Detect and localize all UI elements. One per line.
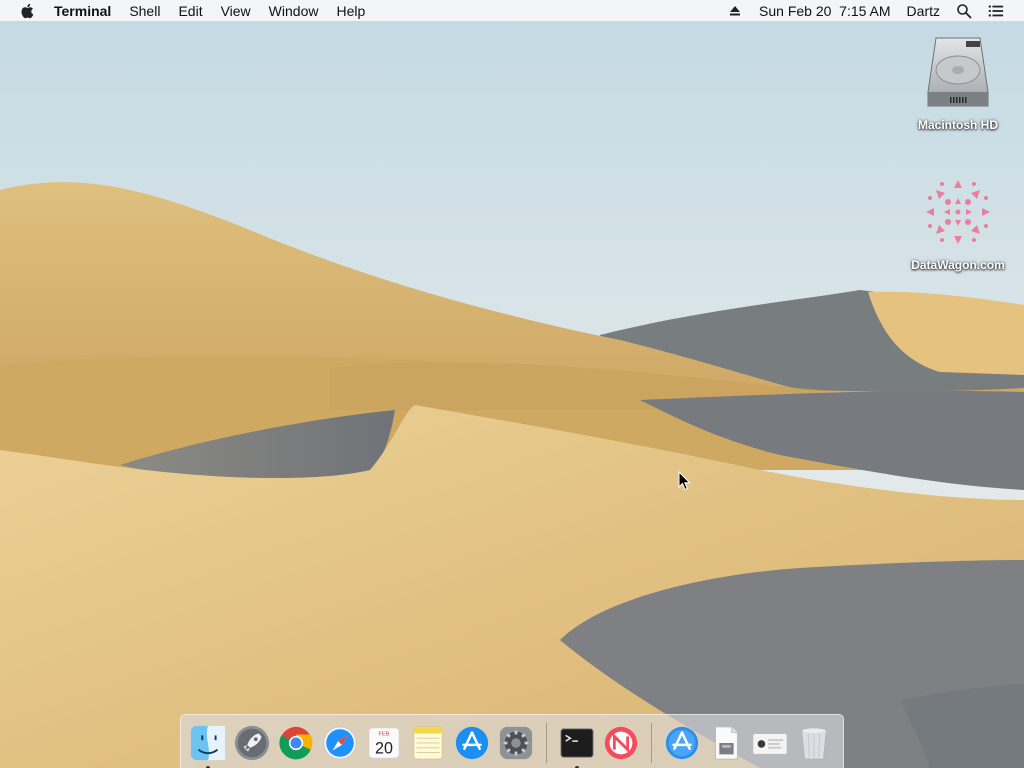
notes-icon <box>413 725 443 760</box>
dock-item-launchpad[interactable] <box>232 721 272 765</box>
dock: FEB 20 <box>180 714 844 768</box>
trash-icon <box>801 726 827 760</box>
dock-item-applications[interactable] <box>662 721 702 765</box>
mouse-cursor-icon <box>678 470 692 496</box>
dock-item-finder[interactable] <box>188 721 228 768</box>
desktop-icon-macintosh-hd[interactable]: Macintosh HD <box>898 32 1018 132</box>
dock-item-document[interactable] <box>706 721 746 765</box>
dock-item-notes[interactable] <box>408 721 448 765</box>
clock[interactable]: Sun Feb 20 7:15 AM <box>751 0 899 22</box>
dock-item-app-store[interactable] <box>452 721 492 765</box>
menu-bar: Terminal Shell Edit View Window Help Sun… <box>0 0 1024 22</box>
menu-app-name[interactable]: Terminal <box>50 0 120 22</box>
dock-item-safari[interactable] <box>320 721 360 765</box>
desktop-wallpaper <box>0 0 1024 768</box>
eject-icon <box>730 5 741 15</box>
dock-item-news[interactable] <box>601 721 641 765</box>
dock-item-system-preferences[interactable] <box>496 721 536 765</box>
screenshot-icon <box>752 732 788 755</box>
terminal-icon <box>560 727 594 758</box>
launchpad-icon <box>234 725 270 760</box>
dock-item-calendar[interactable]: FEB 20 <box>364 721 404 765</box>
hard-drive-icon <box>927 37 989 107</box>
dock-item-chrome[interactable] <box>276 721 316 765</box>
menu-help[interactable]: Help <box>327 0 374 22</box>
eject-button[interactable] <box>719 3 751 19</box>
desktop-icon-label: Macintosh HD <box>917 118 998 132</box>
dock-separator <box>651 722 652 763</box>
pink-pattern-icon <box>926 180 990 244</box>
calendar-day: 20 <box>375 739 393 757</box>
applications-folder-icon <box>665 726 699 759</box>
notification-center-icon <box>988 4 1004 17</box>
desktop-icon-label: DataWagon.com <box>911 258 1005 272</box>
notification-center-button[interactable] <box>980 3 1012 19</box>
menu-shell[interactable]: Shell <box>120 0 169 22</box>
apple-logo-icon[interactable] <box>18 2 36 20</box>
desktop-icon-datawagon[interactable]: DataWagon.com <box>898 172 1018 272</box>
calendar-month: FEB <box>378 731 389 737</box>
dock-separator <box>546 722 547 763</box>
system-preferences-icon <box>499 726 533 759</box>
app-store-icon <box>455 726 489 759</box>
search-icon <box>957 3 972 18</box>
dock-item-trash[interactable] <box>794 721 834 765</box>
news-icon <box>604 726 638 759</box>
calendar-icon: FEB 20 <box>368 726 400 759</box>
dock-item-screenshot[interactable] <box>750 721 790 765</box>
chrome-icon <box>279 726 313 759</box>
finder-icon <box>190 725 226 760</box>
dock-item-terminal[interactable] <box>557 721 597 768</box>
safari-icon <box>323 725 357 760</box>
menu-edit[interactable]: Edit <box>169 0 211 22</box>
spotlight-button[interactable] <box>948 3 980 19</box>
menu-window[interactable]: Window <box>260 0 328 22</box>
menu-view[interactable]: View <box>212 0 260 22</box>
user-menu[interactable]: Dartz <box>899 0 948 22</box>
document-icon <box>715 725 738 760</box>
